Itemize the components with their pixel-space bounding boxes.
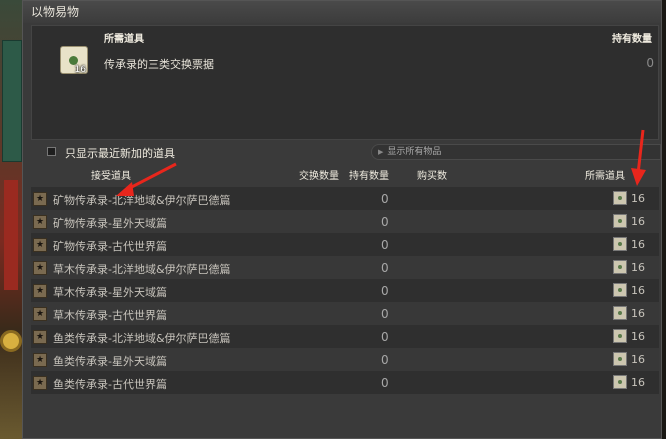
star-icon[interactable]: ★	[33, 353, 47, 367]
row-required-count: 16	[631, 376, 645, 389]
ticket-icon	[613, 306, 627, 320]
col-required-item[interactable]: 所需道具	[585, 167, 625, 182]
scenery-pillar	[2, 40, 22, 162]
row-required-count: 16	[631, 215, 645, 228]
barter-window: 以物易物 所需道具 持有数量 16 传承录的三类交换票据 0 只显示最近新加的道…	[22, 0, 662, 439]
row-required-count: 16	[631, 353, 645, 366]
star-icon[interactable]: ★	[33, 376, 47, 390]
star-icon[interactable]: ★	[33, 215, 47, 229]
row-owned-count: 0	[381, 284, 389, 298]
table-row[interactable]: ★ 鱼类传承录-星外天域篇 0 16	[31, 348, 659, 371]
row-item-name: 鱼类传承录-星外天域篇	[53, 355, 167, 368]
star-icon[interactable]: ★	[33, 192, 47, 206]
row-item-name: 鱼类传承录-北洋地域&伊尔萨巴德篇	[53, 332, 231, 345]
header-required-item: 所需道具	[104, 34, 144, 45]
row-item-name: 矿物传承录-古代世界篇	[53, 240, 167, 253]
required-item-owned: 0	[646, 56, 654, 70]
sun-ornament-icon	[0, 330, 22, 352]
ticket-icon	[613, 214, 627, 228]
row-owned-count: 0	[381, 261, 389, 275]
ticket-icon	[613, 375, 627, 389]
table-row[interactable]: ★ 草木传承录-北洋地域&伊尔萨巴德篇 0 16	[31, 256, 659, 279]
header-owned-count: 持有数量	[612, 34, 652, 45]
row-required-count: 16	[631, 307, 645, 320]
row-required-count: 16	[631, 284, 645, 297]
star-icon[interactable]: ★	[33, 261, 47, 275]
background-scenery	[0, 0, 24, 439]
col-buy-qty[interactable]: 购买数	[417, 167, 447, 182]
star-icon[interactable]: ★	[33, 284, 47, 298]
item-filter-dropdown[interactable]: ▶ 显示所有物品	[371, 144, 661, 160]
row-item-name: 草木传承录-星外天域篇	[53, 286, 167, 299]
required-panel-header: 所需道具 持有数量	[32, 30, 658, 46]
dropdown-value: 显示所有物品	[387, 147, 442, 157]
row-required-count: 16	[631, 192, 645, 205]
scenery-banner	[4, 180, 18, 290]
recent-only-checkbox[interactable]	[47, 147, 56, 156]
required-item-row[interactable]: 16 传承录的三类交换票据 0	[54, 46, 654, 82]
filter-bar: 只显示最近新加的道具 ▶ 显示所有物品	[31, 143, 661, 161]
table-row[interactable]: ★ 矿物传承录-星外天域篇 0 16	[31, 210, 659, 233]
col-exchange-qty[interactable]: 交换数量	[299, 167, 339, 182]
row-owned-count: 0	[381, 238, 389, 252]
row-item-name: 草木传承录-北洋地域&伊尔萨巴德篇	[53, 263, 231, 276]
star-icon[interactable]: ★	[33, 307, 47, 321]
ticket-icon[interactable]: 16	[60, 46, 88, 75]
ticket-icon	[613, 191, 627, 205]
list-header: 接受道具 交换数量 持有数量 购买数 所需道具	[31, 165, 659, 182]
window-title[interactable]: 以物易物	[23, 1, 661, 23]
triangle-right-icon: ▶	[378, 148, 384, 156]
row-owned-count: 0	[381, 376, 389, 390]
table-row[interactable]: ★ 草木传承录-古代世界篇 0 16	[31, 302, 659, 325]
required-item-panel: 所需道具 持有数量 16 传承录的三类交换票据 0	[31, 25, 659, 140]
star-icon[interactable]: ★	[33, 238, 47, 252]
star-icon[interactable]: ★	[33, 330, 47, 344]
row-owned-count: 0	[381, 215, 389, 229]
ticket-icon	[613, 260, 627, 274]
row-item-name: 草木传承录-古代世界篇	[53, 309, 167, 322]
row-item-name: 鱼类传承录-古代世界篇	[53, 378, 167, 391]
row-required-count: 16	[631, 261, 645, 274]
exchange-item-list: ★ 矿物传承录-北洋地域&伊尔萨巴德篇 0 16 ★ 矿物传承录-星外天域篇 0 16 ★ 矿物传…	[31, 187, 659, 394]
seal-icon	[69, 56, 78, 65]
row-owned-count: 0	[381, 353, 389, 367]
table-row[interactable]: ★ 草木传承录-星外天域篇 0 16	[31, 279, 659, 302]
row-owned-count: 0	[381, 330, 389, 344]
col-owned[interactable]: 持有数量	[349, 167, 389, 182]
recent-only-label[interactable]: 只显示最近新加的道具	[65, 145, 175, 161]
row-item-name: 矿物传承录-北洋地域&伊尔萨巴德篇	[53, 194, 231, 207]
ticket-icon	[613, 237, 627, 251]
required-item-name: 传承录的三类交换票据	[104, 58, 214, 71]
row-owned-count: 0	[381, 307, 389, 321]
table-row[interactable]: ★ 矿物传承录-古代世界篇 0 16	[31, 233, 659, 256]
table-row[interactable]: ★ 鱼类传承录-古代世界篇 0 16	[31, 371, 659, 394]
row-required-count: 16	[631, 238, 645, 251]
col-receive-item[interactable]: 接受道具	[91, 167, 131, 182]
table-row[interactable]: ★ 矿物传承录-北洋地域&伊尔萨巴德篇 0 16	[31, 187, 659, 210]
ticket-icon	[613, 329, 627, 343]
row-item-name: 矿物传承录-星外天域篇	[53, 217, 167, 230]
row-owned-count: 0	[381, 192, 389, 206]
table-row[interactable]: ★ 鱼类传承录-北洋地域&伊尔萨巴德篇 0 16	[31, 325, 659, 348]
ticket-count-badge: 16	[74, 65, 86, 75]
ticket-icon	[613, 352, 627, 366]
row-required-count: 16	[631, 330, 645, 343]
ticket-icon	[613, 283, 627, 297]
